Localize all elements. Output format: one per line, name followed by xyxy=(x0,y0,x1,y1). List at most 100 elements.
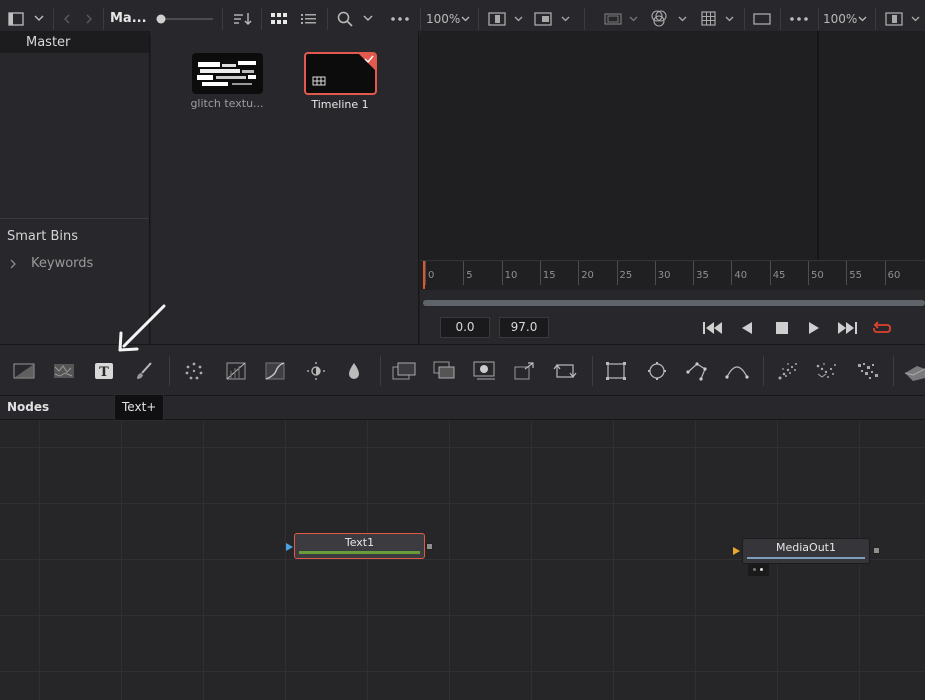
text1-input-port[interactable] xyxy=(286,543,293,551)
back-arrow-icon[interactable] xyxy=(58,9,76,28)
mediaout1-output-port[interactable] xyxy=(873,547,880,554)
timecode-out[interactable]: 97.0 xyxy=(499,317,549,338)
ruler-tick-label: 25 xyxy=(619,270,633,281)
chevron-down-icon[interactable] xyxy=(722,9,736,28)
viewer-more-options-icon[interactable] xyxy=(787,9,811,28)
paint-tool-icon[interactable] xyxy=(132,359,156,383)
viewer2-zoom-value: 100% xyxy=(823,11,858,26)
ruler-tick xyxy=(578,261,580,285)
mediaout1-view-indicator[interactable] xyxy=(748,563,769,576)
svg-text:T: T xyxy=(99,365,109,380)
transform-tool-icon[interactable] xyxy=(553,359,577,383)
color-curves-tool-icon[interactable] xyxy=(263,359,287,383)
node-color-bar xyxy=(747,557,865,559)
go-to-end-button[interactable] xyxy=(836,319,860,337)
list-view-icon[interactable] xyxy=(298,9,320,28)
clip-glitch-texture[interactable]: glitch textu... xyxy=(182,53,272,110)
time-ruler[interactable]: 0 5 10 15 20 25 30 35 40 45 50 55 60 xyxy=(420,260,925,290)
annotation-arrow-icon xyxy=(118,304,166,352)
bspline-mask-tool-icon[interactable] xyxy=(725,359,749,383)
viewer-screen[interactable] xyxy=(420,31,925,260)
rectangle-mask-tool-icon[interactable] xyxy=(604,359,628,383)
search-icon[interactable] xyxy=(335,9,355,28)
timeline-scrubber[interactable] xyxy=(423,300,925,306)
chevron-down-icon[interactable] xyxy=(511,9,525,28)
ruler-tick-label: 50 xyxy=(811,270,824,281)
channel-booleans-tool-icon[interactable] xyxy=(433,359,457,383)
fast-noise-tool-icon[interactable] xyxy=(52,359,76,383)
chevron-down-icon[interactable] xyxy=(908,9,922,28)
mediaout1-input-port[interactable] xyxy=(733,547,740,555)
ruler-tick-label: 35 xyxy=(696,270,709,281)
safe-area-icon[interactable] xyxy=(602,9,624,28)
chevron-down-icon xyxy=(858,16,867,21)
text1-output-port[interactable] xyxy=(426,543,433,550)
timeline-thumbnail-image xyxy=(312,54,375,86)
grid-overlay-icon[interactable] xyxy=(697,9,719,28)
smart-bin-keywords[interactable]: Keywords xyxy=(8,256,93,271)
loop-button[interactable] xyxy=(870,319,894,337)
clip-timeline-1[interactable]: Timeline 1 xyxy=(295,52,385,111)
text-plus-tool-icon[interactable]: T xyxy=(92,359,116,383)
more-options-icon[interactable] xyxy=(388,9,412,28)
aspect-ratio-icon[interactable] xyxy=(751,9,773,28)
merge-tool-icon[interactable] xyxy=(392,359,416,383)
ruler-tick xyxy=(616,261,618,285)
3d-shape-tool-icon[interactable] xyxy=(903,359,925,383)
ruler-tick xyxy=(884,261,886,285)
particles-tool-icon[interactable] xyxy=(182,359,206,383)
viewer-layout-icon[interactable] xyxy=(532,9,554,28)
polygon-mask-tool-icon[interactable] xyxy=(685,359,709,383)
thumbnail-size-slider[interactable] xyxy=(155,9,215,28)
chevron-down-icon xyxy=(461,16,470,21)
timecode-in[interactable]: 0.0 xyxy=(440,317,490,338)
particle-emitter-tool-icon[interactable] xyxy=(776,359,800,383)
resize-tool-icon[interactable] xyxy=(513,359,537,383)
particle-render-tool-icon[interactable] xyxy=(815,359,839,383)
background-tool-icon[interactable] xyxy=(12,359,36,383)
viewer-zoom-value: 100% xyxy=(426,11,461,26)
play-button[interactable] xyxy=(802,319,826,337)
split-view-icon[interactable] xyxy=(486,9,508,28)
loop-icon xyxy=(873,321,891,333)
color-corrector-tool-icon[interactable] xyxy=(224,359,248,383)
grid-view-icon[interactable] xyxy=(268,9,290,28)
blur-tool-icon[interactable] xyxy=(342,359,366,383)
forward-arrow-icon[interactable] xyxy=(80,9,98,28)
chevron-down-icon[interactable] xyxy=(558,9,572,28)
color-channels-icon[interactable] xyxy=(648,9,670,28)
ruler-tick xyxy=(769,261,771,285)
ruler-tick xyxy=(463,261,465,285)
pixel-particles-tool-icon[interactable] xyxy=(856,359,880,383)
panel-layout-icon[interactable] xyxy=(6,9,26,28)
ruler-tick xyxy=(846,261,848,285)
ruler-tick xyxy=(539,261,541,285)
ruler-tick xyxy=(731,261,733,285)
search-chevron-down-icon[interactable] xyxy=(360,9,376,28)
ruler-tick xyxy=(693,261,695,285)
ruler-tick-label: 10 xyxy=(504,270,518,281)
playhead[interactable] xyxy=(423,261,425,289)
node-mediaout1-label: MediaOut1 xyxy=(776,541,836,554)
matte-control-tool-icon[interactable] xyxy=(473,359,497,383)
bin-title: Ma... xyxy=(110,11,147,26)
brightness-contrast-tool-icon[interactable] xyxy=(304,359,328,383)
chevron-right-icon[interactable] xyxy=(8,259,24,269)
viewer2-split-view-icon[interactable] xyxy=(883,9,905,28)
viewer2-zoom-dropdown[interactable]: 100% xyxy=(823,9,867,28)
bin-item-master[interactable]: Master xyxy=(0,31,149,53)
chevron-down-icon[interactable] xyxy=(626,9,640,28)
ellipse-mask-tool-icon[interactable] xyxy=(645,359,669,383)
chevron-down-icon[interactable] xyxy=(675,9,689,28)
go-to-start-button[interactable] xyxy=(701,319,725,337)
viewer-zoom-dropdown[interactable]: 100% xyxy=(426,9,470,28)
sort-icon[interactable] xyxy=(232,9,254,28)
ruler-tick-label: 0 xyxy=(428,270,435,281)
node-text1[interactable]: Text1 xyxy=(294,533,425,559)
nodes-panel-title: Nodes xyxy=(7,400,50,414)
node-mediaout1[interactable]: MediaOut1 xyxy=(742,538,870,564)
play-reverse-button[interactable] xyxy=(735,319,759,337)
bin-list-panel: Master Smart Bins Keywords xyxy=(0,31,150,344)
chevron-down-icon[interactable] xyxy=(30,9,48,28)
stop-button[interactable] xyxy=(770,319,794,337)
